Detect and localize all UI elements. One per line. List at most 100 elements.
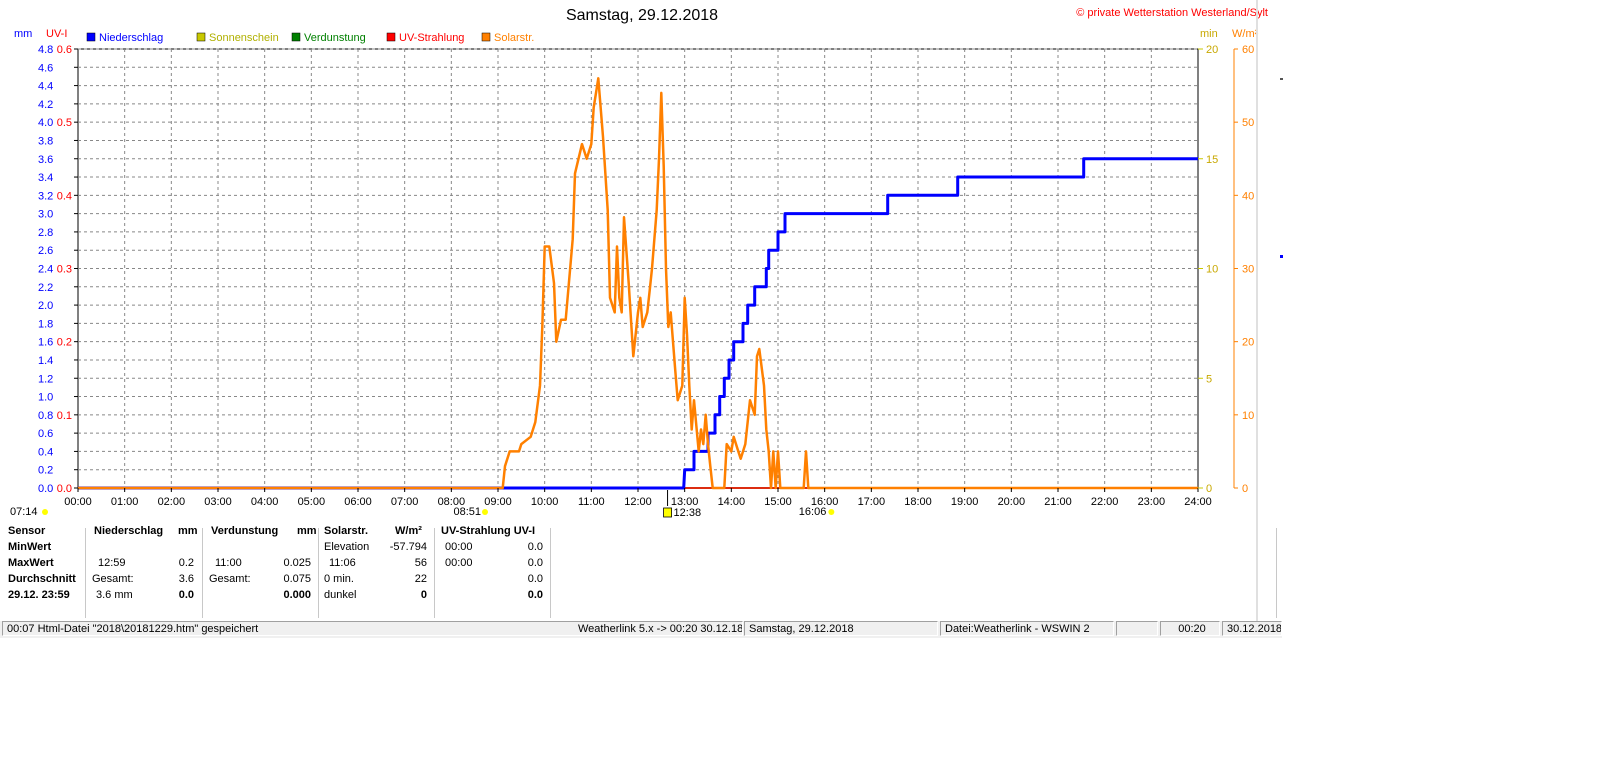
min-tick-label: 0 [1206, 483, 1212, 495]
niederschlag-unit: mm [178, 525, 198, 537]
solar-dark-label: dunkel [324, 589, 357, 601]
verdunstung-bottom-bold: 0.000 [283, 589, 311, 601]
sunshine-start-label: 08:51 [453, 506, 481, 518]
uv-tick-label: 0.4 [57, 190, 72, 202]
time-tick-label: 09:00 [484, 496, 512, 508]
uv-tick-label: 0.1 [57, 410, 72, 422]
stats-table: Sensor MinWert MaxWert Durchschnitt 29.1… [0, 525, 1278, 618]
stats-avg-label: Durchschnitt [8, 573, 76, 585]
uv-tick-label: 0.6 [57, 44, 72, 56]
mm-tick-label: 3.6 [38, 154, 53, 166]
time-tick-label: 17:00 [858, 496, 886, 508]
legend-label: Verdunstung [304, 32, 366, 44]
time-tick-label: 23:00 [1138, 496, 1166, 508]
solar-max-value: 56 [414, 557, 427, 569]
wm2-axis-label: W/m² [1232, 28, 1259, 40]
noon-icon [663, 507, 672, 518]
mm-tick-label: 3.0 [38, 209, 53, 221]
min-axis-label: min [1200, 28, 1218, 40]
mm-tick-label: 0.6 [38, 428, 53, 440]
mm-tick-label: 1.8 [38, 318, 53, 330]
time-tick-label: 07:00 [391, 496, 419, 508]
solar-zero-label: 0 min. [324, 573, 354, 585]
uv-min-value: 0.0 [527, 541, 543, 553]
uv-min-time: 00:00 [445, 541, 473, 553]
status-cell-date: Samstag, 29.12.2018 [744, 621, 938, 636]
time-tick-label: 02:00 [158, 496, 186, 508]
solar-max-time: 11:06 [329, 557, 356, 569]
time-tick-label: 12:00 [624, 496, 652, 508]
niederschlag-total-label: Gesamt: [92, 573, 134, 585]
mm-tick-label: 3.2 [38, 190, 53, 202]
stats-min-label: MinWert [8, 541, 52, 553]
uv-max-value: 0.0 [527, 557, 543, 569]
time-tick-label: 04:00 [251, 496, 279, 508]
sunset-icon [828, 509, 835, 515]
mm-tick-label: 2.6 [38, 245, 53, 257]
mm-tick-label: 3.4 [38, 172, 53, 184]
mm-tick-label: 3.8 [38, 135, 53, 147]
wm2-tick-label: 20 [1242, 337, 1254, 349]
mm-tick-label: 2.2 [38, 282, 53, 294]
time-tick-label: 21:00 [1044, 496, 1072, 508]
legend-label: Niederschlag [99, 32, 163, 44]
wm2-tick-label: 50 [1242, 117, 1254, 129]
time-tick-label: 15:00 [764, 496, 792, 508]
sunrise-label: 07:14 [10, 506, 38, 518]
time-tick-label: 10:00 [531, 496, 559, 508]
stats-sensor-header: Sensor [8, 525, 46, 537]
verdunstung-total-value: 0.075 [283, 573, 311, 585]
min-tick-label: 10 [1206, 264, 1218, 276]
min-tick-label: 5 [1206, 373, 1212, 385]
sunrise-icon [42, 509, 48, 515]
verdunstung-header: Verdunstung [211, 525, 279, 537]
verdunstung-max-time: 11:00 [215, 557, 242, 569]
stats-max-label: MaxWert [8, 557, 54, 569]
time-tick-label: 11:00 [578, 496, 605, 508]
mm-tick-label: 1.0 [38, 392, 53, 404]
stats-verdunstung-column: Verdunstung mm 11:00 0.025 Gesamt: 0.075… [203, 525, 319, 618]
weather-chart: 0.0 0.2 0.4 0.6 0.8 1.0 1.2 1.4 1.6 1.8 2.0 2.2 2.4 2… [10, 7, 1283, 519]
legend-label: UV-Strahlung [399, 32, 464, 44]
verdunstung-total-label: Gesamt: [209, 573, 251, 585]
stats-separator [550, 528, 551, 618]
sunset-label: 16:06 [799, 506, 827, 518]
mm-tick-label: 4.6 [38, 62, 53, 74]
wm2-tick-label: 10 [1242, 410, 1254, 422]
niederschlag-max-time: 12:59 [98, 557, 126, 569]
mm-tick-label: 4.0 [38, 117, 53, 129]
stats-sensor-column: Sensor MinWert MaxWert Durchschnitt 29.1… [0, 525, 90, 618]
mm-tick-label: 0.4 [38, 446, 53, 458]
status-bar: 00:07 Html-Datei "2018\20181229.htm" ges… [0, 621, 1282, 638]
status-cell-date2: 30.12.2018 [1222, 621, 1282, 636]
wm2-tick-label: 40 [1242, 190, 1254, 202]
mm-tick-label: 0.0 [38, 483, 53, 495]
uv-max-time: 00:00 [445, 557, 473, 569]
mm-tick-label: 4.4 [38, 81, 53, 93]
stats-niederschlag-column: Niederschlag mm 12:59 0.2 Gesamt: 3.6 3.… [86, 525, 202, 618]
solar-header: Solarstr. [324, 525, 369, 537]
status-cell-empty [1116, 621, 1158, 636]
niederschlag-total-value: 3.6 [178, 573, 194, 585]
time-tick-label: 00:00 [64, 496, 92, 508]
time-tick-label: 20:00 [998, 496, 1026, 508]
edge-indicator [1280, 255, 1283, 258]
mm-tick-label: 2.4 [38, 264, 53, 276]
wm2-tick-label: 60 [1242, 44, 1254, 56]
copyright-text: © private Wetterstation Westerland/Sylt [1076, 7, 1268, 19]
noon-label: 12:38 [674, 507, 702, 519]
uv-tick-label: 0.2 [57, 337, 72, 349]
min-tick-label: 15 [1206, 154, 1218, 166]
status-cell-time: 00:20 [1160, 621, 1220, 636]
uv-bottom-bold: 0.0 [527, 589, 543, 601]
legend-swatch [196, 32, 206, 42]
mm-tick-label: 0.8 [38, 410, 53, 422]
time-tick-label: 03:00 [204, 496, 232, 508]
stats-separator [1276, 528, 1277, 618]
mm-tick-label: 4.8 [38, 44, 53, 56]
status-weatherlink: Weatherlink 5.x -> 00:20 30.12.18 [578, 623, 743, 635]
stats-date-label: 29.12. 23:59 [8, 589, 70, 601]
time-tick-label: 06:00 [344, 496, 372, 508]
edge-indicator [1280, 78, 1283, 80]
uv-avg-value: 0.0 [527, 573, 543, 585]
